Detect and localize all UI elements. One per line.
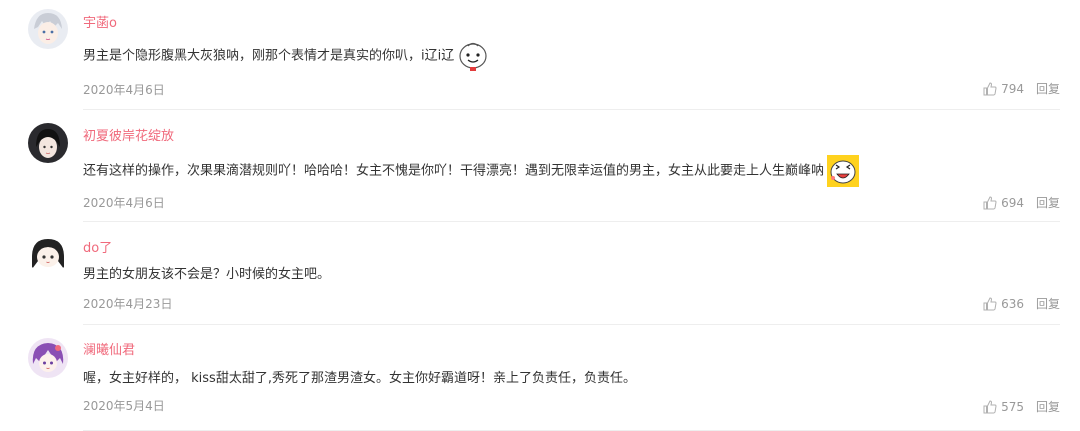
avatar[interactable]: [28, 9, 68, 49]
comment-actions: 575 回复: [983, 398, 1060, 415]
reply-button[interactable]: 回复: [1036, 194, 1060, 211]
avatar[interactable]: [28, 123, 68, 163]
comment-text-content: 喔，女主好样的， kiss甜太甜了,秀死了那渣男渣女。女主你好霸道呀！亲上了负责…: [83, 371, 636, 386]
username[interactable]: 初夏彼岸花绽放: [83, 125, 174, 144]
comment-date: 2020年5月4日: [83, 399, 165, 413]
comment-date: 2020年4月23日: [83, 297, 173, 311]
like-count: 636: [1001, 296, 1024, 311]
comment-item: do了 男主的女朋友该不会是？小时候的女主吧。 2020年4月23日 636 回…: [0, 222, 1080, 325]
comment-text-content: 还有这样的操作，次果果滴潜规则吖！哈哈哈！女主不愧是你吖！干得漂亮！遇到无限幸运…: [83, 163, 825, 179]
chibi-girl-avatar-icon: [28, 235, 68, 275]
like-count: 575: [1001, 399, 1024, 414]
comment-actions: 636 回复: [983, 295, 1060, 312]
comment-text-content: 男主的女朋友该不会是？小时候的女主吧。: [83, 267, 331, 282]
avatar[interactable]: [28, 235, 68, 275]
thumbs-up-icon[interactable]: [983, 195, 997, 210]
comment-date: 2020年4月6日: [83, 83, 165, 97]
comment-date: 2020年4月6日: [83, 196, 165, 210]
comment-item: 宇菡o 男主是个隐形腹黑大灰狼呐，刚那个表情才是真实的你叭，i辽i辽 2020年…: [0, 0, 1080, 110]
comment-list: 宇菡o 男主是个隐形腹黑大灰狼呐，刚那个表情才是真实的你叭，i辽i辽 2020年…: [0, 0, 1080, 431]
comment-text: 男主是个隐形腹黑大灰狼呐，刚那个表情才是真实的你叭，i辽i辽: [83, 39, 490, 73]
avatar[interactable]: [28, 338, 68, 378]
smiley-bun-emoji-icon: [459, 42, 487, 71]
comment-actions: 794 回复: [983, 80, 1060, 97]
dark-hair-girl-avatar-icon: [28, 123, 68, 163]
username[interactable]: 宇菡o: [83, 12, 117, 31]
purple-hair-avatar-icon: [28, 338, 68, 378]
username[interactable]: do了: [83, 237, 112, 256]
comment-item: 初夏彼岸花绽放 还有这样的操作，次果果滴潜规则吖！哈哈哈！女主不愧是你吖！干得漂…: [0, 110, 1080, 222]
anime-boy-avatar-icon: [28, 9, 68, 49]
comment-actions: 694 回复: [983, 194, 1060, 211]
thumbs-up-icon[interactable]: [983, 296, 997, 311]
thumbs-up-icon[interactable]: [983, 399, 997, 414]
comment-text-content: 男主是个隐形腹黑大灰狼呐，刚那个表情才是真实的你叭，i辽i辽: [83, 48, 455, 64]
like-count: 694: [1001, 195, 1024, 210]
comment-text: 喔，女主好样的， kiss甜太甜了,秀死了那渣男渣女。女主你好霸道呀！亲上了负责…: [83, 367, 636, 386]
reply-button[interactable]: 回复: [1036, 80, 1060, 97]
thumbs-up-icon[interactable]: [983, 81, 997, 96]
comment-text: 还有这样的操作，次果果滴潜规则吖！哈哈哈！女主不愧是你吖！干得漂亮！遇到无限幸运…: [83, 154, 860, 188]
like-count: 794: [1001, 81, 1024, 96]
comment-item: 澜曦仙君 喔，女主好样的， kiss甜太甜了,秀死了那渣男渣女。女主你好霸道呀！…: [0, 325, 1080, 431]
laughing-face-emoji-icon: [827, 155, 860, 187]
reply-button[interactable]: 回复: [1036, 398, 1060, 415]
reply-button[interactable]: 回复: [1036, 295, 1060, 312]
username[interactable]: 澜曦仙君: [83, 339, 135, 358]
comment-text: 男主的女朋友该不会是？小时候的女主吧。: [83, 263, 330, 282]
